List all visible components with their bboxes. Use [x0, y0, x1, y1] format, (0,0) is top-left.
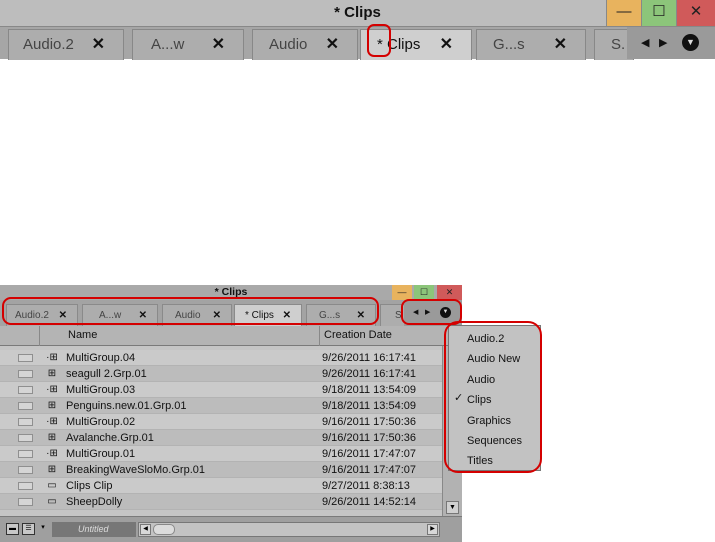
clip-name: Avalanche.Grp.01 [66, 432, 154, 444]
table-row[interactable]: ·⊞ MultiGroup.03 9/18/2011 13:54:09 [0, 382, 442, 398]
clip-status-box[interactable] [18, 370, 33, 378]
group-clip-icon: ·⊞ [46, 352, 58, 363]
list-view-icon[interactable]: ☰ [22, 523, 35, 535]
clip-creation-date: 9/26/2011 16:17:41 [322, 368, 416, 380]
clip-name: Penguins.new.01.Grp.01 [66, 400, 187, 412]
minimize-button[interactable]: — [392, 285, 412, 300]
close-tab-icon[interactable]: ✕ [92, 30, 105, 60]
clip-list: ·⊞ MultiGroup.04 9/26/2011 16:17:41 ⊞ seagul… [0, 346, 442, 516]
maximize-button[interactable]: ☐ [414, 285, 434, 300]
clip-name: seagull 2.Grp.01 [66, 368, 147, 380]
table-row[interactable]: ⊞ seagull 2.Grp.01 9/26/2011 16:17:41 [0, 366, 442, 382]
scroll-thumb[interactable] [153, 524, 175, 535]
clip-name: SheepDolly [66, 496, 123, 508]
horizontal-scrollbar[interactable]: ◀ ▶ [138, 522, 440, 537]
clip-status-box[interactable] [18, 354, 33, 362]
table-row[interactable]: ⊞ Penguins.new.01.Grp.01 9/18/2011 13:54:0… [0, 398, 442, 414]
column-header-row: Name Creation Date [0, 326, 462, 346]
tab-audio[interactable]: Audio ✕ [252, 29, 358, 60]
tab-nav-group: ◀ ▶ ▼ [627, 27, 715, 59]
scroll-down-icon[interactable]: ▼ [446, 501, 459, 514]
close-button[interactable]: ✕ [437, 285, 462, 300]
group-clip-icon: ·⊞ [46, 448, 58, 459]
clip-creation-date: 9/16/2011 17:50:36 [322, 432, 416, 444]
table-row[interactable]: ⊞ Avalanche.Grp.01 9/16/2011 17:50:36 [0, 430, 442, 446]
tab-label: Audio [269, 36, 308, 53]
group-clip-icon: ⊞ [47, 368, 57, 379]
clip-status-box[interactable] [18, 450, 33, 458]
group-clip-icon: ·⊞ [46, 416, 58, 427]
scroll-left-icon[interactable]: ◀ [140, 524, 151, 535]
minimize-button[interactable]: — [606, 0, 641, 26]
group-clip-icon: ·⊞ [46, 384, 58, 395]
table-row[interactable]: ·⊞ MultiGroup.01 9/16/2011 17:47:07 [0, 446, 442, 462]
tab-audio-new[interactable]: A...w ✕ [132, 29, 244, 60]
zoomed-title-strip: * Clips — ☐ ✕ Audio.2 ✕ A...w ✕ Audio ✕ … [0, 0, 715, 60]
clip-creation-date: 9/16/2011 17:50:36 [322, 416, 416, 428]
clip-status-box[interactable] [18, 386, 33, 394]
bin-view-name[interactable]: Untitled [52, 522, 136, 537]
clip-status-box[interactable] [18, 434, 33, 442]
tab-audio-2[interactable]: Audio.2 ✕ [8, 29, 124, 60]
group-clip-icon: ▭ [47, 496, 57, 507]
clip-status-box[interactable] [18, 482, 33, 490]
column-header-label: Name [68, 329, 98, 341]
column-header-creation-date[interactable]: Creation Date [320, 326, 442, 346]
frame-view-icon[interactable]: ▬ [6, 523, 19, 535]
clip-creation-date: 9/18/2011 13:54:09 [322, 384, 416, 396]
clip-creation-date: 9/16/2011 17:47:07 [322, 448, 416, 460]
tab-graphics[interactable]: G...s ✕ [476, 29, 586, 60]
group-clip-icon: ⊞ [47, 432, 57, 443]
clip-creation-date: 9/18/2011 13:54:09 [322, 400, 416, 412]
group-clip-icon: ⊞ [47, 400, 57, 411]
clip-name: BreakingWaveSloMo.Grp.01 [66, 464, 205, 476]
next-tab-icon[interactable]: ▶ [659, 27, 667, 59]
maximize-button[interactable]: ☐ [641, 0, 676, 26]
tab-bar: Audio.2 ✕ A...w ✕ Audio ✕ * Clips ✕ G...… [0, 26, 715, 60]
column-header-label: Creation Date [324, 329, 392, 341]
clip-status-box[interactable] [18, 402, 33, 410]
clip-creation-date: 9/26/2011 14:52:14 [322, 496, 416, 508]
clip-creation-date: 9/27/2011 8:38:13 [322, 480, 410, 492]
clip-name: MultiGroup.01 [66, 448, 136, 460]
prev-tab-icon[interactable]: ◀ [641, 27, 649, 59]
clip-creation-date: 9/26/2011 16:17:41 [322, 352, 416, 364]
bin-footer: ▬ ☰ ▾ Untitled ◀ ▶ [0, 516, 462, 542]
close-tab-icon[interactable]: ✕ [326, 30, 339, 60]
column-header-name[interactable]: Name [40, 326, 320, 346]
tab-label: A...w [151, 36, 185, 53]
tab-label: S. [611, 36, 626, 53]
tab-label: Audio.2 [23, 36, 74, 53]
tab-menu-icon[interactable]: ▼ [682, 34, 699, 51]
clip-status-box[interactable] [18, 418, 33, 426]
clip-status-box[interactable] [18, 466, 33, 474]
scroll-right-icon[interactable]: ▶ [427, 524, 438, 535]
table-row[interactable]: ▭ SheepDolly 9/26/2011 14:52:14 [0, 494, 442, 510]
highlight-annotation [444, 321, 542, 473]
clip-name: MultiGroup.02 [66, 416, 136, 428]
group-clip-icon: ⊞ [47, 464, 57, 475]
table-row[interactable]: ⊞ BreakingWaveSloMo.Grp.01 9/16/2011 17:47… [0, 462, 442, 478]
clip-name: MultiGroup.04 [66, 352, 136, 364]
clip-creation-date: 9/16/2011 17:47:07 [322, 464, 416, 476]
group-clip-icon: ▭ [47, 480, 57, 491]
clip-name: Clips Clip [66, 480, 113, 492]
close-tab-icon[interactable]: ✕ [212, 30, 225, 60]
table-row[interactable]: ·⊞ MultiGroup.02 9/16/2011 17:50:36 [0, 414, 442, 430]
close-tab-icon[interactable]: ✕ [554, 30, 567, 60]
screenshot-stage: * Clips — ☐ ✕ Audio.2 ✕ A...w ✕ Audio ✕ … [0, 0, 715, 542]
close-button[interactable]: ✕ [676, 0, 715, 26]
clip-status-box[interactable] [18, 498, 33, 506]
highlight-annotation [367, 24, 391, 57]
highlight-annotation [2, 297, 379, 325]
table-row[interactable]: ·⊞ MultiGroup.04 9/26/2011 16:17:41 [0, 350, 442, 366]
view-menu-icon[interactable]: ▾ [38, 523, 48, 535]
column-header-status[interactable] [0, 326, 40, 346]
clip-name: MultiGroup.03 [66, 384, 136, 396]
tab-label: G...s [493, 36, 525, 53]
table-row[interactable]: ▭ Clips Clip 9/27/2011 8:38:13 [0, 478, 442, 494]
bin-window: * Clips — ☐ ✕ Audio.2 ✕ A...w ✕ Audio ✕ … [0, 285, 462, 542]
close-tab-icon[interactable]: ✕ [440, 30, 453, 60]
